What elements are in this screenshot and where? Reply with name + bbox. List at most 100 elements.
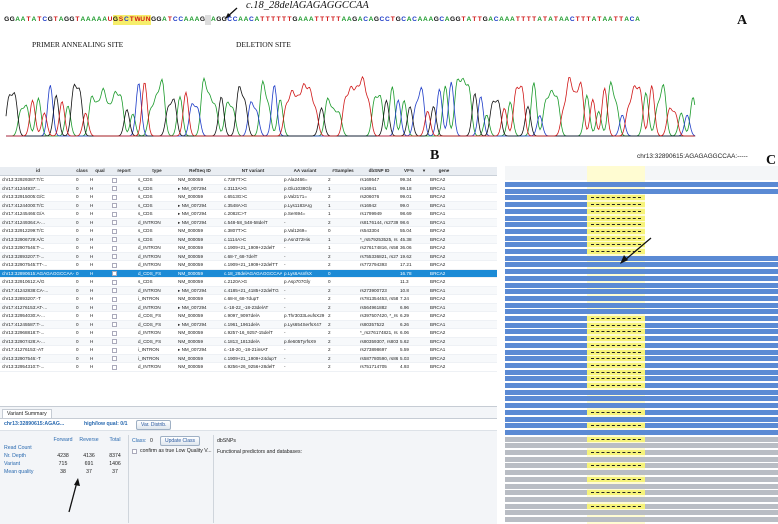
cell-gene: BRCA2 bbox=[430, 194, 446, 199]
report-checkbox[interactable] bbox=[112, 279, 117, 285]
cell-type: d_INTRON bbox=[138, 219, 161, 225]
stat-value: 37 bbox=[112, 469, 118, 475]
cell-refseqid: ▸ NM_007294 bbox=[178, 347, 207, 352]
cell-qual: H bbox=[90, 253, 94, 259]
report-checkbox[interactable] bbox=[112, 288, 117, 293]
report-checkbox[interactable] bbox=[112, 220, 117, 225]
cell-id: chr13:32912299:T/C bbox=[2, 228, 44, 233]
report-checkbox[interactable] bbox=[112, 203, 117, 208]
table-row[interactable]: chr13:32912299:T/C 0 Hs_CDS NM_000059 c.3807… bbox=[0, 227, 497, 236]
cell-gene: BRCA2 bbox=[430, 236, 446, 242]
table-row[interactable]: chr17:41249364:A-... 0 Hd_INTRON ▸ NM_00729… bbox=[0, 218, 497, 227]
cell-id: chr13:32929387:T/C bbox=[2, 177, 44, 182]
cell-gene: BRCA2 bbox=[430, 228, 446, 233]
read bbox=[505, 403, 778, 409]
report-checkbox[interactable] bbox=[112, 339, 117, 344]
table-row[interactable]: chr13:32906729:A/C 0 Hs_CDS NM_000059 c.1114… bbox=[0, 235, 497, 244]
cell-id: chr13:32907545:TT-... bbox=[2, 262, 48, 267]
read bbox=[645, 463, 778, 469]
cell-ntvariant: c.6513G>C bbox=[224, 194, 248, 199]
read bbox=[645, 490, 778, 496]
report-checkbox[interactable] bbox=[112, 194, 117, 200]
cell-aavariant: - bbox=[284, 304, 286, 310]
table-row[interactable]: chr13:32907545:TT-... 0 Hd_INTRON NM_000059… bbox=[0, 261, 497, 270]
cell-id: id bbox=[35, 168, 41, 173]
table-row[interactable]: chr13:32893207:T-... 0 Hd_INTRON NM_000059 c… bbox=[0, 252, 497, 261]
cell-refseqid: ▸ NM_007294 bbox=[178, 287, 207, 293]
cell-vf: 99.01 bbox=[400, 194, 412, 199]
report-checkbox[interactable] bbox=[112, 211, 117, 217]
report-checkbox[interactable] bbox=[112, 262, 117, 268]
confirm-checkbox[interactable] bbox=[132, 448, 137, 454]
class-value[interactable]: 0 bbox=[150, 438, 153, 444]
cell-report bbox=[110, 244, 136, 252]
report-checkbox[interactable] bbox=[112, 245, 117, 251]
cell-ntvariant: c.1909+21_1909+22delT bbox=[224, 245, 276, 250]
report-checkbox[interactable] bbox=[112, 228, 117, 234]
cell-refseqid: NM_000059 bbox=[178, 245, 204, 250]
read bbox=[505, 282, 645, 288]
report-checkbox[interactable] bbox=[112, 364, 117, 370]
cell-qual: H bbox=[90, 287, 94, 293]
table-row[interactable]: chr17:41245587:T-... 0 Hd_CDS_FS ▸ NM_00729… bbox=[0, 320, 497, 329]
report-checkbox[interactable] bbox=[112, 313, 117, 319]
var-distrib-button[interactable]: Var. Distrib. bbox=[136, 420, 172, 430]
report-checkbox[interactable] bbox=[112, 177, 117, 183]
table-row-selected[interactable]: chr13:32890615:AGAGAGGCCAA-... 0 Hd_CDS_FS… bbox=[0, 269, 497, 278]
table-row[interactable]: chr13:32968818:T-... 0 Hd_INTRON NM_000059 c… bbox=[0, 329, 497, 338]
cell-dbsnpid: *_rs276174821, rs2... bbox=[360, 330, 398, 335]
cell-samples: 2 bbox=[328, 364, 331, 369]
report-checkbox[interactable] bbox=[112, 356, 117, 361]
update-class-button[interactable]: Update Class bbox=[160, 436, 201, 446]
cell-class: 0 bbox=[76, 219, 79, 225]
table-row[interactable]: chr17:41276153:-AT 0 Hi_INTRON ▸ NM_007294 c… bbox=[0, 346, 497, 355]
table-row[interactable]: chr17:41244937:... 0 Hs_CDS ▸ NM_007294 c.31… bbox=[0, 184, 497, 193]
report-checkbox[interactable] bbox=[112, 186, 117, 191]
read bbox=[505, 429, 778, 435]
report-checkbox[interactable] bbox=[112, 305, 117, 310]
cell-aavariant: p.Lys6AsnfsX bbox=[284, 270, 312, 276]
report-checkbox[interactable] bbox=[112, 271, 117, 276]
cell-class: 0 bbox=[76, 262, 79, 267]
table-row[interactable]: chr13:32907428:A-... 0 Hd_CDS_FS NM_000059 c… bbox=[0, 337, 497, 346]
deletion-gap bbox=[591, 492, 641, 494]
cell-ntvariant: c.548-58_548-58delT bbox=[224, 219, 268, 225]
cell-report bbox=[110, 355, 136, 363]
cell-ntvariant: c.2082C>T bbox=[224, 211, 247, 216]
report-checkbox[interactable] bbox=[112, 347, 117, 353]
cell-report bbox=[110, 278, 136, 286]
table-header[interactable]: id class qual report type RefSeq ID NT variant… bbox=[0, 167, 497, 176]
chromatogram bbox=[5, 75, 696, 137]
stat-value: 4238 bbox=[57, 453, 69, 459]
stat-value bbox=[76, 445, 102, 453]
table-row[interactable]: chr13:32910612:A/G 0 Hs_CDS NM_000059 c.2120… bbox=[0, 278, 497, 287]
cell-vf: 36.06 bbox=[400, 245, 412, 250]
cell-report bbox=[110, 304, 136, 312]
table-row[interactable]: chr13:32915005:G/C 0 Hs_CDS NM_000059 c.6513… bbox=[0, 193, 497, 202]
table-row[interactable]: chr13:32954310:T-... 0 Hd_INTRON NM_000059 c… bbox=[0, 363, 497, 372]
table-row[interactable]: chr13:32954030:A-... 0 Hd_CDS_FS NM_000059 c… bbox=[0, 312, 497, 321]
report-checkbox[interactable] bbox=[112, 330, 117, 336]
cell- bbox=[418, 219, 428, 227]
table-row[interactable]: chr13:32907546:-T 0 Hi_INTRON NM_000059 c.19… bbox=[0, 354, 497, 363]
cell-report bbox=[110, 236, 136, 244]
cell-samples: 2 bbox=[328, 219, 331, 225]
variant-summary-tab[interactable]: Variant Summary bbox=[2, 409, 52, 418]
cell- bbox=[418, 346, 428, 354]
report-checkbox[interactable] bbox=[112, 254, 117, 259]
table-row[interactable]: chr13:32893207:-T 0 Hi_INTRON NM_000059 c.68… bbox=[0, 295, 497, 304]
read bbox=[505, 369, 587, 375]
report-checkbox[interactable] bbox=[112, 296, 117, 302]
cell-report bbox=[110, 312, 136, 320]
table-row[interactable]: chr13:32907546:T-... 0 Hd_INTRON NM_000059 c… bbox=[0, 244, 497, 253]
cell-dbsnpid: rs751714705 bbox=[360, 364, 387, 369]
table-row[interactable]: chr17:41276153:AT-... 0 Hd_INTRON ▸ NM_0072… bbox=[0, 303, 497, 312]
table-row[interactable]: chr17:41245466:G/A 0 Hs_CDS ▸ NM_007294 c.20… bbox=[0, 210, 497, 219]
cell- bbox=[418, 185, 428, 193]
report-checkbox[interactable] bbox=[112, 322, 117, 327]
read bbox=[505, 342, 587, 348]
table-row[interactable]: chr17:41244000:T/C 0 Hs_CDS ▸ NM_007294 c.35… bbox=[0, 201, 497, 210]
table-row[interactable]: chr17:41242838:CA-... 0 Hd_INTRON ▸ NM_0072… bbox=[0, 286, 497, 295]
table-row[interactable]: chr13:32929387:T/C 0 Hs_CDS NM_000059 c.7397… bbox=[0, 176, 497, 185]
report-checkbox[interactable] bbox=[112, 237, 117, 242]
